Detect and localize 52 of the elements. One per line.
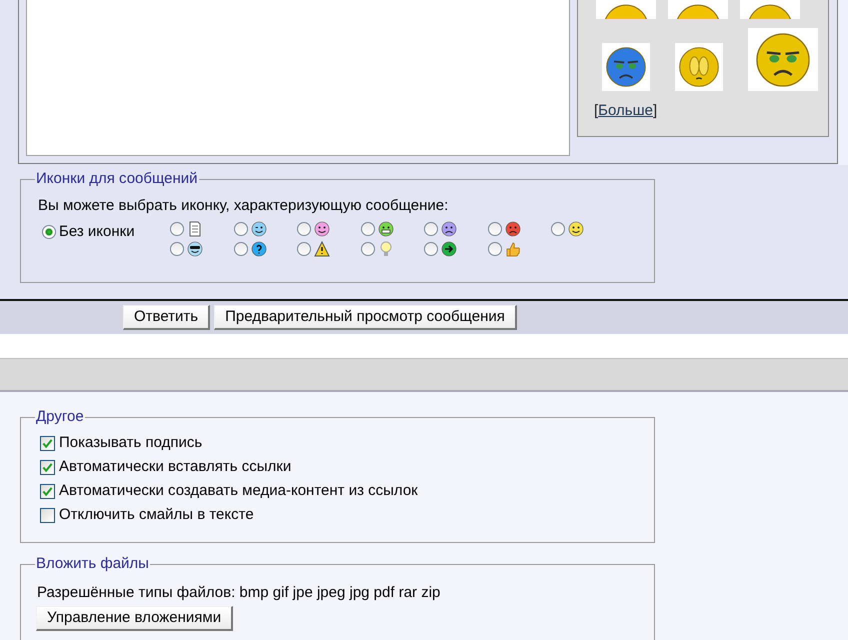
more-link[interactable]: Больше [598, 100, 653, 122]
checkbox[interactable] [40, 508, 55, 522]
allowed-types-text: Разрешённые типы файлов: bmp gif jpe jpeg jpg pdf rar zip [37, 582, 442, 602]
option-label: Автоматически вставлять ссылки [59, 456, 292, 477]
fieldset-legend: Вложить файлы [35, 553, 150, 576]
radio-button[interactable] [234, 242, 248, 256]
question-mark-icon [250, 241, 266, 257]
lightbulb-icon [378, 241, 394, 257]
warning-icon [314, 241, 330, 257]
checkbox[interactable] [40, 460, 55, 474]
radio-button[interactable] [488, 242, 502, 256]
radio-button[interactable] [488, 222, 502, 236]
manage-attachments-button[interactable]: Управление вложениями [36, 606, 234, 631]
smiley-face-icon[interactable] [748, 28, 818, 91]
smiling-face-icon [314, 221, 330, 237]
sad-face-icon [441, 221, 457, 237]
radio-button[interactable] [360, 242, 374, 256]
option-label: Автоматически создавать медиа-контент из ссылок [59, 480, 418, 501]
radio-button[interactable] [234, 222, 248, 236]
radio-label: Без иконки [59, 222, 135, 242]
arrow-right-icon [441, 241, 457, 257]
radio-button[interactable] [42, 225, 56, 240]
radio-button[interactable] [360, 222, 374, 236]
grinning-face-icon [378, 221, 394, 237]
smiley-face-icon[interactable] [602, 43, 650, 91]
checkmark-icon [42, 462, 53, 472]
icon-hint: Вы можете выбрать иконку, характеризующую сообщение: [38, 196, 450, 216]
submit-button[interactable]: Предварительный просмотр сообщения [214, 305, 517, 330]
bracket-text: ] [652, 101, 658, 121]
smiley-face-icon [568, 221, 584, 237]
radio-button[interactable] [170, 222, 184, 236]
option-label: Показывать подпись [59, 432, 202, 453]
checkmark-icon [42, 486, 53, 496]
radio-button[interactable] [297, 222, 311, 236]
radio-button[interactable] [424, 242, 438, 256]
checkbox[interactable] [40, 436, 55, 450]
checkbox[interactable] [40, 484, 55, 498]
sunglasses-face-icon [187, 241, 203, 257]
radio-button[interactable] [170, 242, 184, 256]
radio-button[interactable] [551, 222, 565, 236]
submit-button[interactable]: Ответить [123, 305, 210, 330]
radio-button[interactable] [297, 242, 311, 256]
fieldset-legend: Другое [35, 406, 85, 428]
document-icon [187, 221, 203, 237]
radio-button[interactable] [424, 222, 438, 236]
bracket-text: [ [594, 101, 598, 121]
checkmark-icon [42, 438, 53, 448]
thumbs-up-icon [504, 241, 520, 257]
option-label: Отключить смайлы в тексте [59, 504, 254, 525]
winking-face-icon [250, 221, 266, 237]
angry-face-icon [504, 221, 520, 237]
fieldset-legend: Иконки для сообщений [35, 168, 199, 190]
